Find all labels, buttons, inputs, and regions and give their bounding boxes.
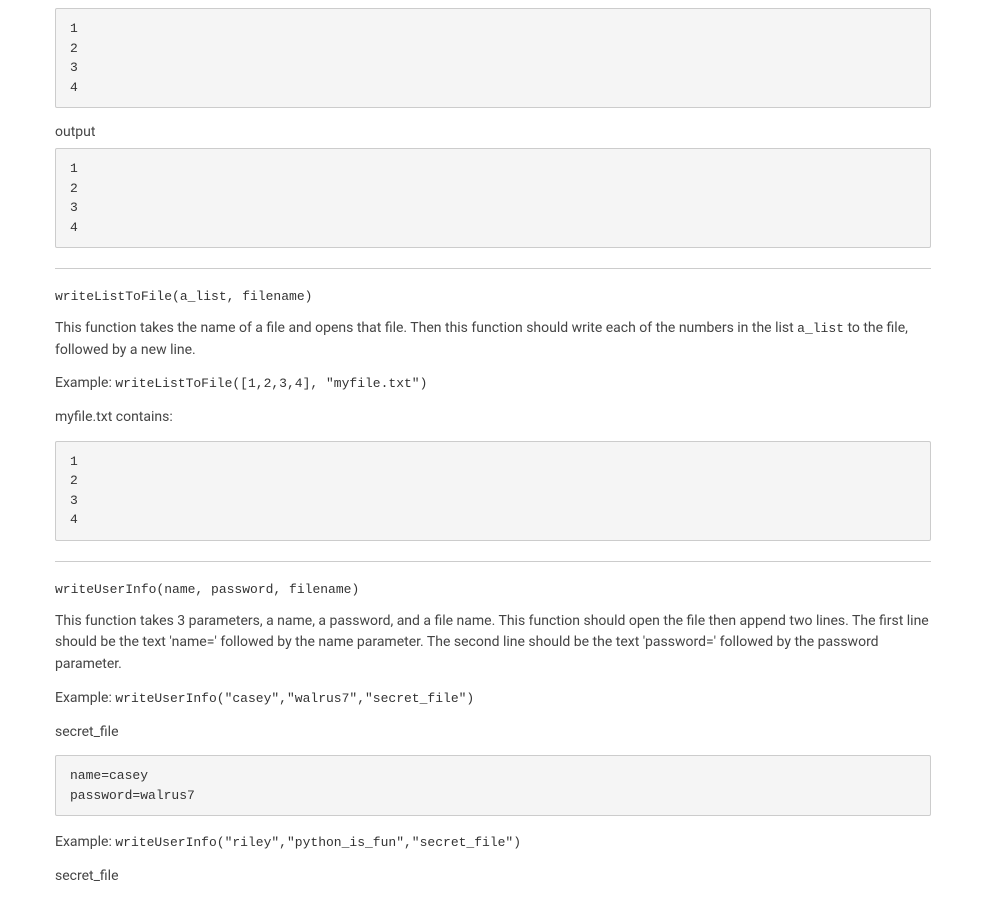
- function-signature-writeuser: writeUserInfo(name, password, filename): [55, 582, 931, 597]
- example-label: Example:: [55, 375, 115, 391]
- example2-label: Example:: [55, 834, 115, 850]
- description-writeuser: This function takes 3 parameters, a name…: [55, 611, 931, 676]
- example-writelist: Example: writeListToFile([1,2,3,4], "myf…: [55, 373, 931, 395]
- code-block-top-1: 1 2 3 4: [55, 8, 931, 108]
- function-signature-writelist: writeListToFile(a_list, filename): [55, 289, 931, 304]
- example1-label: Example:: [55, 690, 115, 706]
- example1-writeuser: Example: writeUserInfo("casey","walrus7"…: [55, 688, 931, 710]
- contains-label: myfile.txt contains:: [55, 407, 931, 429]
- divider-1: [55, 268, 931, 269]
- file1-label: secret_file: [55, 722, 931, 744]
- example2-code: writeUserInfo("riley","python_is_fun","s…: [115, 835, 521, 850]
- document-container: 1 2 3 4 output 1 2 3 4 writeListToFile(a…: [0, 8, 986, 920]
- file2-label: secret_file: [55, 866, 931, 888]
- example-code-writelist: writeListToFile([1,2,3,4], "myfile.txt"): [115, 376, 427, 391]
- divider-2: [55, 561, 931, 562]
- example2-writeuser: Example: writeUserInfo("riley","python_i…: [55, 832, 931, 854]
- inline-code-alist: a_list: [797, 321, 844, 336]
- desc-pre: This function takes the name of a file a…: [55, 320, 797, 336]
- code-block-top-2: 1 2 3 4: [55, 148, 931, 248]
- code-block-writeuser-1: name=casey password=walrus7: [55, 755, 931, 816]
- output-label: output: [55, 124, 931, 140]
- code-block-writelist: 1 2 3 4: [55, 441, 931, 541]
- description-writelist: This function takes the name of a file a…: [55, 318, 931, 361]
- example1-code: writeUserInfo("casey","walrus7","secret_…: [115, 691, 474, 706]
